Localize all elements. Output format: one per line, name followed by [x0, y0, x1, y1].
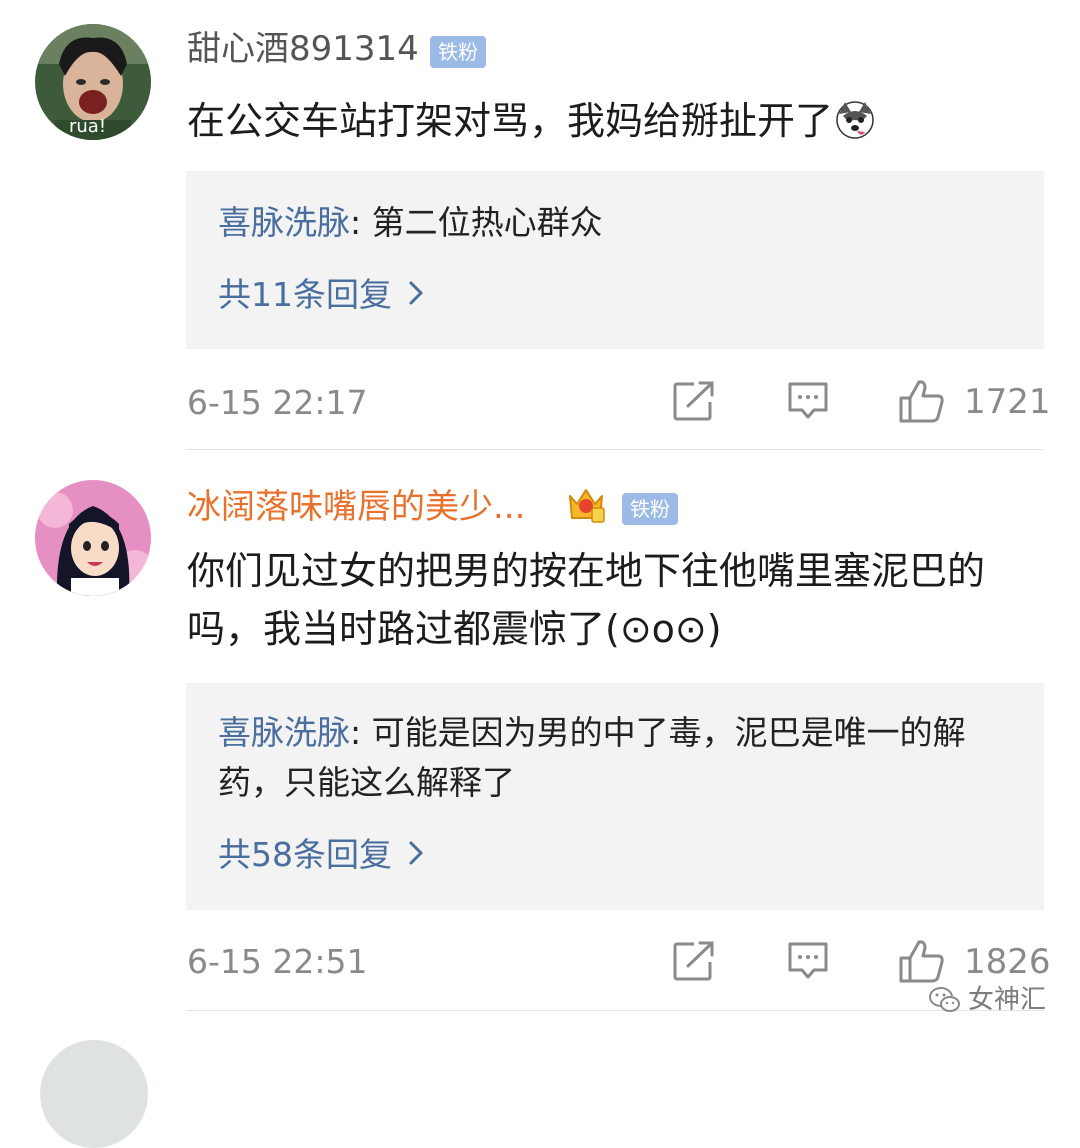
comment-timestamp: 6-15 22:51: [187, 942, 368, 981]
comment-button[interactable]: [786, 380, 830, 426]
comment-icon: [788, 382, 828, 419]
reply-preview: 喜脉洗脉: 可能是因为男的中了毒，泥巴是唯一的解药，只能这么解释了: [218, 708, 1018, 808]
chevron-right-icon: [408, 275, 424, 315]
reply-preview-box[interactable]: 喜脉洗脉: 第二位热心群众 共11条回复: [186, 171, 1044, 349]
comment-timestamp: 6-15 22:17: [187, 383, 368, 422]
like-count: 1826: [964, 942, 1051, 982]
comment-text: 在公交车站打架对骂，我妈给掰扯开了: [187, 92, 1027, 156]
divider: [186, 1010, 1044, 1011]
avatar[interactable]: [35, 480, 151, 596]
avatar[interactable]: [40, 1040, 148, 1148]
reply-author[interactable]: 喜脉洗脉: [218, 713, 350, 752]
watermark: 女神汇: [928, 982, 1046, 1018]
reply-preview-box[interactable]: 喜脉洗脉: 可能是因为男的中了毒，泥巴是唯一的解药，只能这么解释了 共58条回复: [186, 683, 1044, 910]
like-button[interactable]: [897, 938, 945, 988]
view-replies-link[interactable]: 共11条回复: [218, 275, 424, 315]
share-button[interactable]: [672, 380, 716, 426]
avatar-caption: rua!: [69, 116, 107, 137]
thumbs-up-icon: [899, 380, 944, 423]
vip-crown-icon: [564, 482, 608, 530]
comment-icon: [788, 942, 828, 979]
watermark-text: 女神汇: [967, 985, 1046, 1015]
view-replies-link[interactable]: 共58条回复: [218, 835, 424, 875]
wechat-icon: [928, 987, 960, 1012]
like-button[interactable]: [897, 378, 945, 428]
username[interactable]: 冰阔落味嘴唇的美少...: [187, 487, 525, 527]
username[interactable]: 甜心酒891314: [187, 29, 419, 69]
reply-text: : 第二位热心群众: [350, 203, 603, 242]
reply-author[interactable]: 喜脉洗脉: [218, 203, 350, 242]
share-button[interactable]: [672, 940, 716, 986]
fan-badge: 铁粉: [622, 493, 678, 525]
avatar[interactable]: rua!: [35, 24, 151, 140]
reply-preview: 喜脉洗脉: 第二位热心群众: [218, 198, 1018, 248]
fan-badge: 铁粉: [430, 36, 486, 68]
chevron-right-icon: [408, 835, 424, 875]
share-icon: [673, 381, 714, 421]
like-count: 1721: [964, 382, 1051, 422]
comment-button[interactable]: [786, 940, 830, 986]
share-icon: [673, 941, 714, 981]
thumbs-up-icon: [899, 940, 944, 983]
divider: [186, 449, 1044, 450]
husky-dog-emoji-icon: [835, 98, 875, 156]
comment-text: 你们见过女的把男的按在地下往他嘴里塞泥巴的吗，我当时路过都震惊了(⊙o⊙): [187, 549, 986, 651]
